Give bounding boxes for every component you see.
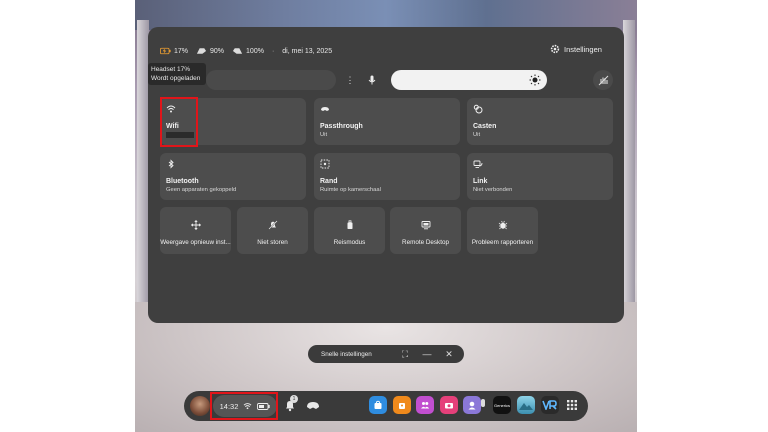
more-icon: ⋮ — [345, 74, 355, 85]
tile-reset-view-label: Weergave opnieuw inst... — [160, 239, 231, 246]
settings-label: Instellingen — [564, 44, 602, 54]
tile-rand-label: Rand — [320, 178, 338, 185]
boundary-icon — [320, 159, 330, 169]
headset-battery-value: 17% — [174, 47, 189, 55]
separator: · — [271, 47, 275, 55]
app-camera-icon[interactable] — [440, 396, 458, 414]
bug-icon — [498, 220, 507, 230]
tile-passthrough-sub: Uit — [320, 132, 328, 138]
scene-top — [135, 0, 637, 30]
status-row: 17% 90% 100% · di, mei 13, 2025 — [160, 44, 332, 58]
tile-report-problem-label: Probleem rapporteren — [471, 239, 534, 246]
tile-link[interactable]: Link Niet verbonden — [467, 153, 613, 200]
cast-icon — [473, 104, 483, 114]
bluetooth-icon — [168, 159, 174, 169]
tooltip-line1: Headset 17% — [151, 66, 191, 73]
more-options-button[interactable]: ⋮ — [340, 70, 360, 90]
tile-rand[interactable]: Rand Ruimte op kamerschaal — [314, 153, 460, 200]
tile-casten-label: Casten — [473, 123, 497, 130]
headset-battery[interactable]: 17% — [160, 47, 188, 55]
tile-reset-view[interactable]: Weergave opnieuw inst... — [160, 207, 231, 254]
tile-travel-mode[interactable]: Reismodus — [314, 207, 385, 254]
app-dark-icon[interactable]: Generics — [493, 396, 511, 414]
camera-icon — [445, 403, 453, 409]
app-vr-icon[interactable] — [541, 396, 559, 414]
hand-off-icon — [598, 75, 608, 85]
app-orange-icon[interactable] — [393, 396, 411, 414]
battery-charging-icon — [160, 47, 171, 55]
tile-casten-sub: Uit — [473, 132, 481, 138]
link-icon — [473, 160, 483, 168]
gear-icon — [550, 44, 560, 54]
app-library-grid-icon[interactable] — [567, 400, 577, 410]
app-store-icon[interactable] — [369, 396, 387, 414]
tile-passthrough[interactable]: Passthrough Uit — [314, 98, 460, 145]
tile-link-sub: Niet verbonden — [473, 187, 513, 193]
quick-settings-window-bar[interactable]: Snelle instellingen — [308, 345, 464, 363]
avatar-app-icon — [468, 401, 476, 410]
microphone-button[interactable] — [362, 70, 382, 90]
tile-bluetooth[interactable]: Bluetooth Geen apparaten gekoppeld — [160, 153, 306, 200]
tile-do-not-disturb-label: Niet storen — [257, 239, 288, 246]
clock-highlight-box — [210, 392, 278, 420]
tile-bluetooth-label: Bluetooth — [166, 178, 199, 185]
microphone-icon — [368, 75, 376, 85]
vr-logo-icon — [542, 400, 557, 410]
scene-pillar-right — [623, 20, 635, 310]
controller-icon — [232, 48, 243, 54]
minimize-icon[interactable]: — — [422, 349, 432, 359]
store-bag-icon — [374, 400, 382, 409]
app-landscape-icon[interactable] — [517, 396, 535, 414]
bag-icon — [399, 403, 405, 409]
brightness-slider[interactable] — [391, 70, 547, 90]
landscape-icon — [519, 403, 533, 410]
people-icon — [421, 402, 430, 409]
tile-travel-mode-label: Reismodus — [333, 239, 366, 246]
close-icon[interactable]: ✕ — [444, 349, 454, 359]
tooltip-line2: Wordt opgeladen — [151, 75, 201, 82]
avatar[interactable] — [190, 396, 210, 416]
move-arrows-icon — [190, 220, 201, 230]
tile-report-problem[interactable]: Probleem rapporteren — [467, 207, 538, 254]
tile-link-label: Link — [473, 178, 488, 185]
tile-bluetooth-sub: Geen apparaten gekoppeld — [166, 187, 237, 193]
tile-rand-sub: Ruimte op kamerschaal — [320, 187, 381, 193]
passthrough-icon — [321, 107, 329, 111]
app-dark-label: Generics — [493, 402, 510, 408]
tile-passthrough-label: Passthrough — [320, 123, 363, 130]
search-bar[interactable] — [206, 70, 336, 90]
bell-off-icon — [268, 220, 277, 230]
notification-badge: 1 — [290, 395, 298, 403]
headset-icon[interactable] — [306, 401, 320, 410]
controller-right-value: 100% — [246, 47, 264, 55]
controller-icon — [196, 48, 207, 54]
controller-right-battery[interactable]: 100% — [232, 47, 264, 55]
app-avatar-icon[interactable] — [463, 396, 481, 414]
tile-remote-desktop-label: Remote Desktop — [402, 239, 449, 246]
quick-settings-title: Snelle instellingen — [321, 350, 372, 358]
tile-do-not-disturb[interactable]: Niet storen — [237, 207, 308, 254]
app-people-icon[interactable] — [416, 396, 434, 414]
headset-tooltip: Headset 17% Wordt opgeladen — [148, 63, 206, 85]
tile-remote-desktop[interactable]: Remote Desktop — [390, 207, 461, 254]
monitor-icon — [421, 221, 430, 230]
controller-small-icon — [481, 399, 485, 407]
tile-casten[interactable]: Casten Uit — [467, 98, 613, 145]
luggage-icon — [347, 220, 352, 229]
expand-icon[interactable]: ⛶ — [400, 349, 410, 359]
wifi-highlight-box — [160, 97, 198, 147]
controller-left-value: 90% — [210, 47, 225, 55]
controller-left-battery[interactable]: 90% — [196, 47, 224, 55]
date-text: di, mei 13, 2025 — [282, 47, 333, 55]
brightness-icon — [529, 74, 541, 86]
hand-tracking-button[interactable] — [593, 70, 613, 90]
settings-button[interactable]: Instellingen — [550, 44, 602, 54]
